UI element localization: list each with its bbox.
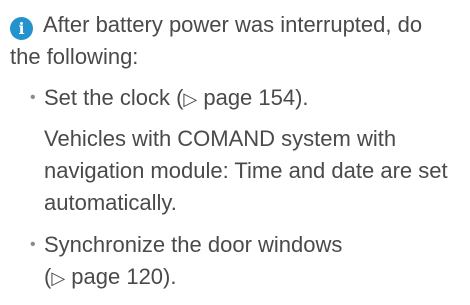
comand-sub-note: Vehicles with COMAND system with navigat…	[44, 123, 462, 219]
page-reference-arrow-icon: ▷	[183, 89, 198, 110]
info-icon: i	[10, 17, 33, 40]
note-intro-line-2: the following:	[10, 44, 139, 69]
set-clock-text: Set the clock (▷ page 154).	[44, 85, 309, 110]
instruction-list: • Set the clock (▷ page 154). Vehicles w…	[10, 82, 462, 295]
info-note: i After battery power was interrupted, do…	[10, 9, 462, 305]
comand-sub-line-2: navigation module: Time and date are set	[44, 158, 448, 183]
page-reference-154: page 154).	[197, 85, 309, 110]
comand-sub-line-1: Vehicles with COMAND system with	[44, 126, 397, 151]
note-intro-text-1: After battery power was interrupted, do	[43, 12, 423, 37]
bullet-icon: •	[30, 236, 36, 253]
list-item-synchronize-windows: • Synchronize the door windows (▷ page 1…	[10, 229, 462, 295]
page-reference-arrow-icon: ▷	[51, 268, 66, 289]
bullet-icon: •	[30, 89, 36, 106]
synchronize-windows-line-2: (▷ page 120).	[44, 264, 177, 289]
list-item-set-clock: • Set the clock (▷ page 154). Vehicles w…	[10, 82, 462, 219]
comand-sub-line-3: automatically.	[44, 190, 177, 215]
note-intro-line-1: i After battery power was interrupted, do	[10, 9, 462, 41]
page-reference-120: page 120).	[65, 264, 177, 289]
synchronize-windows-line-1: Synchronize the door windows	[44, 232, 343, 257]
